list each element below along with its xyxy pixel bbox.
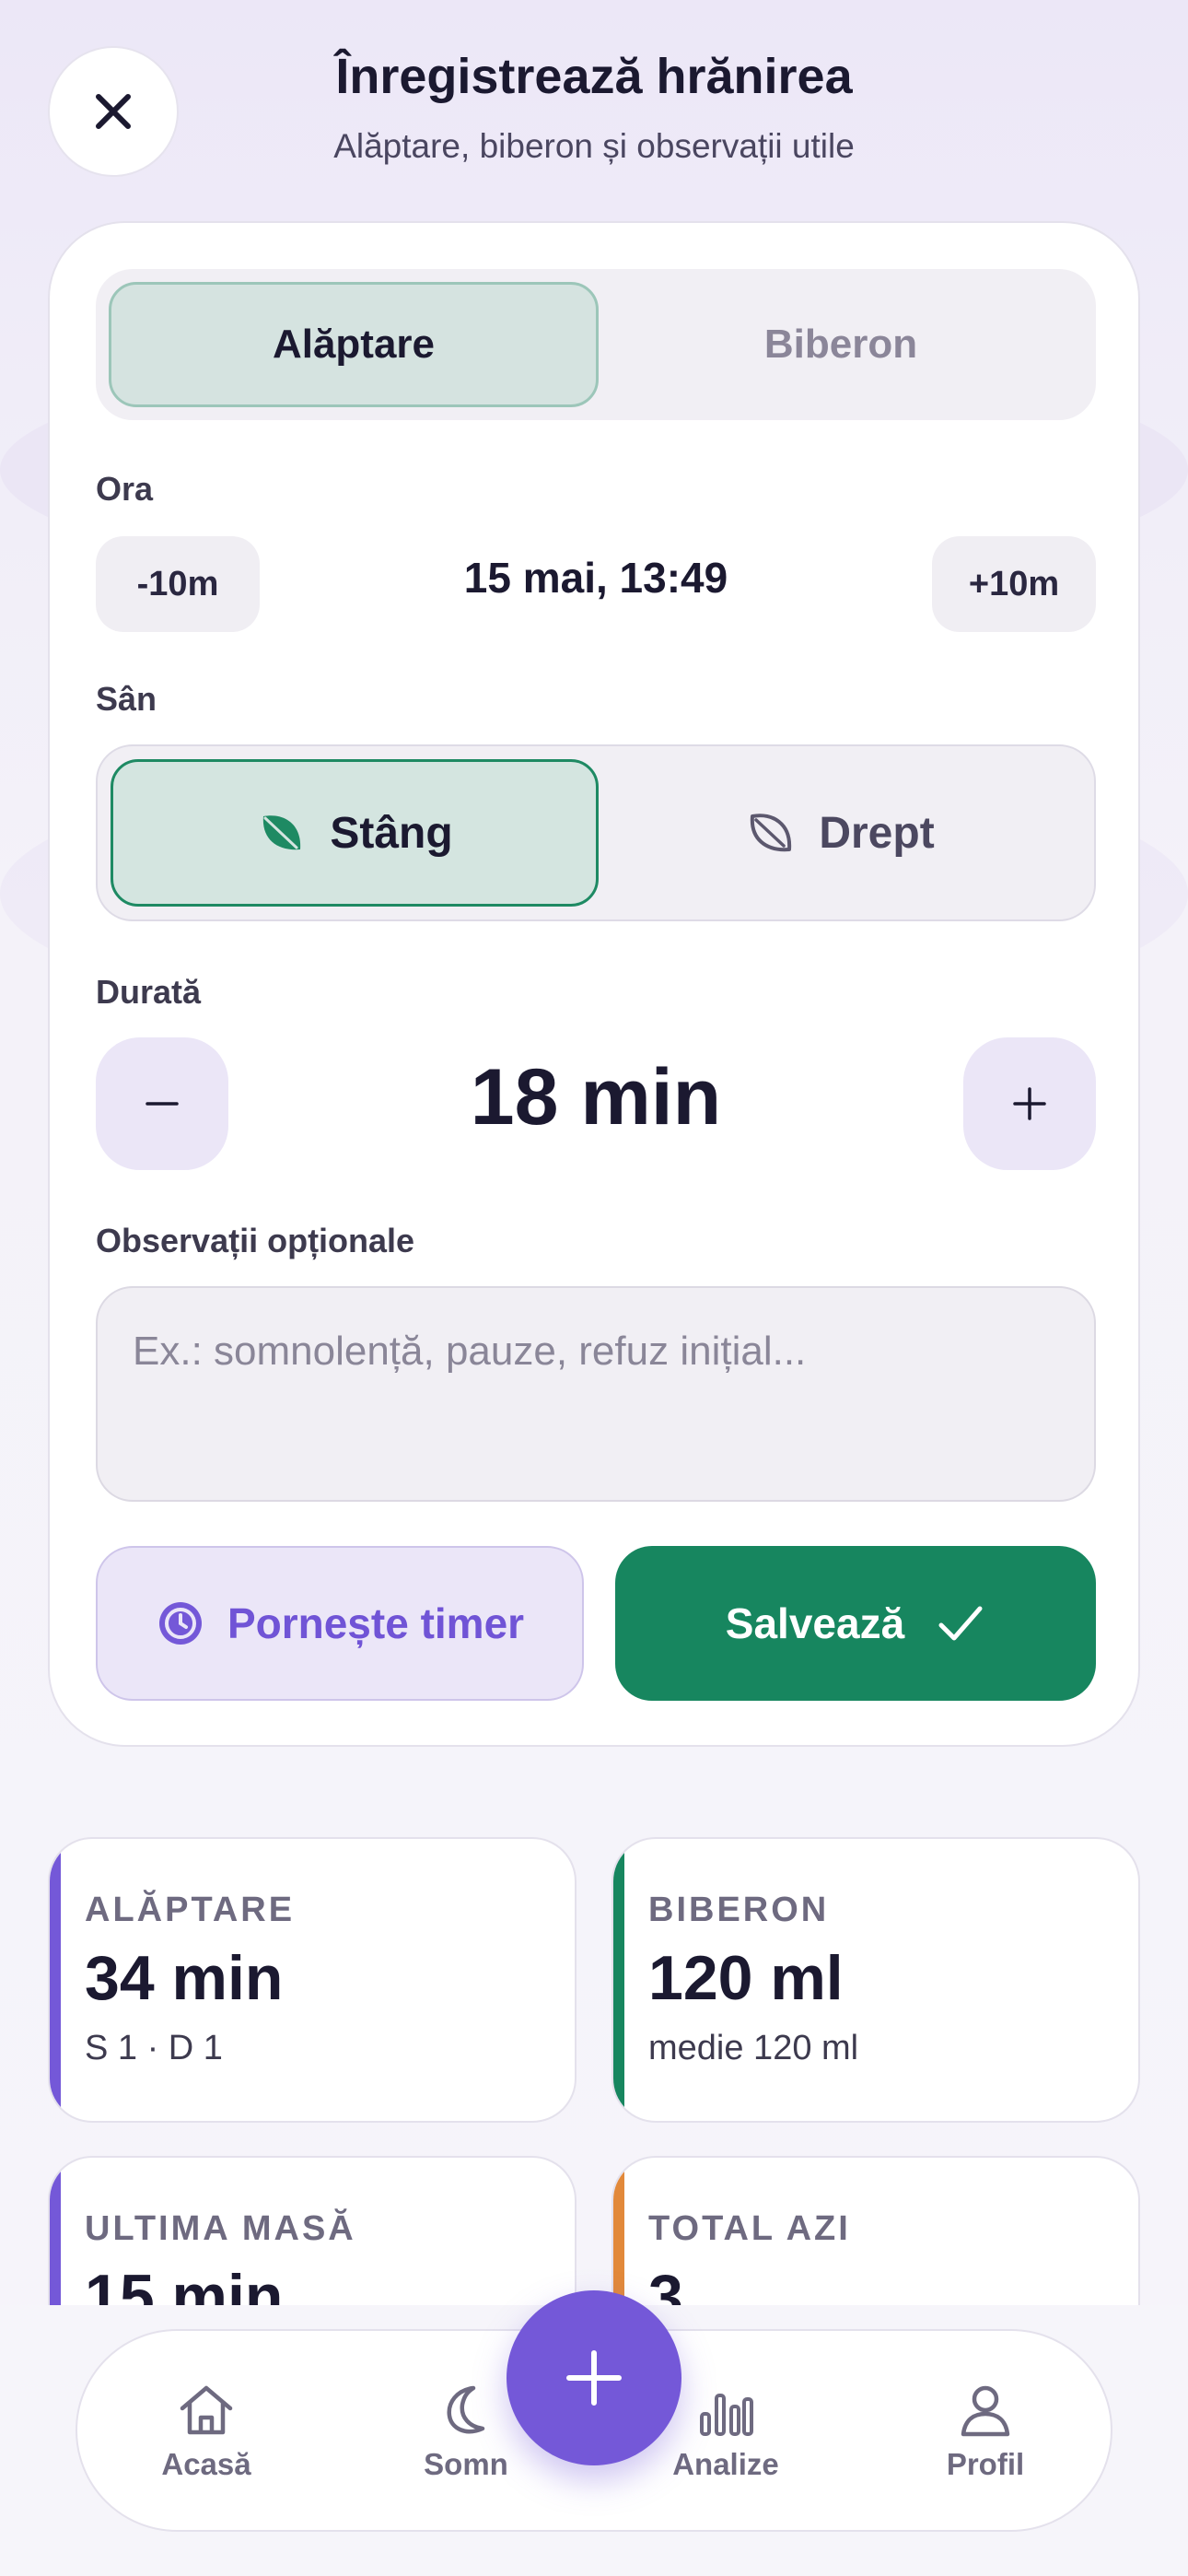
- nav-label: Profil: [946, 2447, 1025, 2481]
- breast-right-option[interactable]: Drept: [599, 759, 1081, 907]
- page-title: Înregistrează hrănirea: [335, 49, 853, 104]
- time-plus-button[interactable]: +10m: [932, 536, 1096, 632]
- leaf-filled-icon: [263, 815, 301, 850]
- nav-label: Acasă: [161, 2447, 251, 2481]
- feed-type-toggle: Alăptare Biberon: [96, 269, 1096, 420]
- user-icon: [961, 2385, 1010, 2437]
- stat-card-breastfeeding[interactable]: ALĂPTARE 34 min S 1 · D 1: [48, 1837, 577, 2123]
- breast-label: Sân: [96, 680, 157, 718]
- plus-icon: [566, 2350, 622, 2406]
- nav-item-profile[interactable]: Profil: [893, 2383, 1077, 2482]
- moon-icon: [447, 2385, 485, 2434]
- stat-card-bottle[interactable]: BIBERON 120 ml medie 120 ml: [611, 1837, 1140, 2123]
- stat-subtitle: S 1 · D 1: [85, 2029, 223, 2067]
- check-icon: [938, 1606, 983, 1641]
- stat-value: 120 ml: [648, 1943, 844, 2013]
- save-button[interactable]: Salvează: [615, 1546, 1096, 1701]
- nav-item-home[interactable]: Acasă: [114, 2383, 298, 2482]
- save-label: Salvează: [725, 1599, 905, 1647]
- leaf-outline-icon: [751, 814, 792, 852]
- tab-bottle[interactable]: Biberon: [599, 282, 1083, 407]
- breast-left-option[interactable]: Stâng: [111, 759, 599, 907]
- start-timer-label: Pornește timer: [227, 1599, 525, 1647]
- stat-value: 34 min: [85, 1943, 284, 2013]
- stat-accent-bar: [50, 1839, 61, 2121]
- nav-label: Somn: [424, 2447, 508, 2481]
- plus-icon: [1013, 1087, 1046, 1120]
- bar-chart-icon: [700, 2394, 753, 2436]
- nav-label: Analize: [672, 2447, 779, 2481]
- feeding-form-card: Alăptare Biberon Ora -10m 15 mai, 13:49 …: [48, 221, 1140, 1747]
- breast-left-label: Stâng: [330, 808, 453, 858]
- breast-selector: Stâng Drept: [96, 744, 1096, 921]
- breast-right-label: Drept: [819, 808, 935, 858]
- duration-label: Durată: [96, 973, 202, 1011]
- stat-title: ALĂPTARE: [85, 1891, 296, 1929]
- notes-label: Observații opționale: [96, 1222, 415, 1259]
- tab-breastfeeding[interactable]: Alăptare: [109, 282, 599, 407]
- add-entry-button[interactable]: [507, 2290, 681, 2465]
- stat-title: ULTIMA MASĂ: [85, 2209, 356, 2248]
- stat-title: BIBERON: [648, 1891, 830, 1929]
- stat-subtitle: medie 120 ml: [648, 2029, 859, 2067]
- notes-input[interactable]: Ex.: somnolență, pauze, refuz inițial...: [96, 1286, 1096, 1502]
- time-label: Ora: [96, 470, 154, 508]
- page-subtitle: Alăptare, biberon și observații utile: [333, 127, 855, 165]
- stat-title: TOTAL AZI: [648, 2209, 851, 2248]
- home-icon: [180, 2385, 233, 2435]
- start-timer-button[interactable]: Pornește timer: [96, 1546, 584, 1701]
- duration-increase-button[interactable]: [963, 1037, 1096, 1170]
- timer-icon: [158, 1602, 202, 1645]
- stat-accent-bar: [613, 1839, 624, 2121]
